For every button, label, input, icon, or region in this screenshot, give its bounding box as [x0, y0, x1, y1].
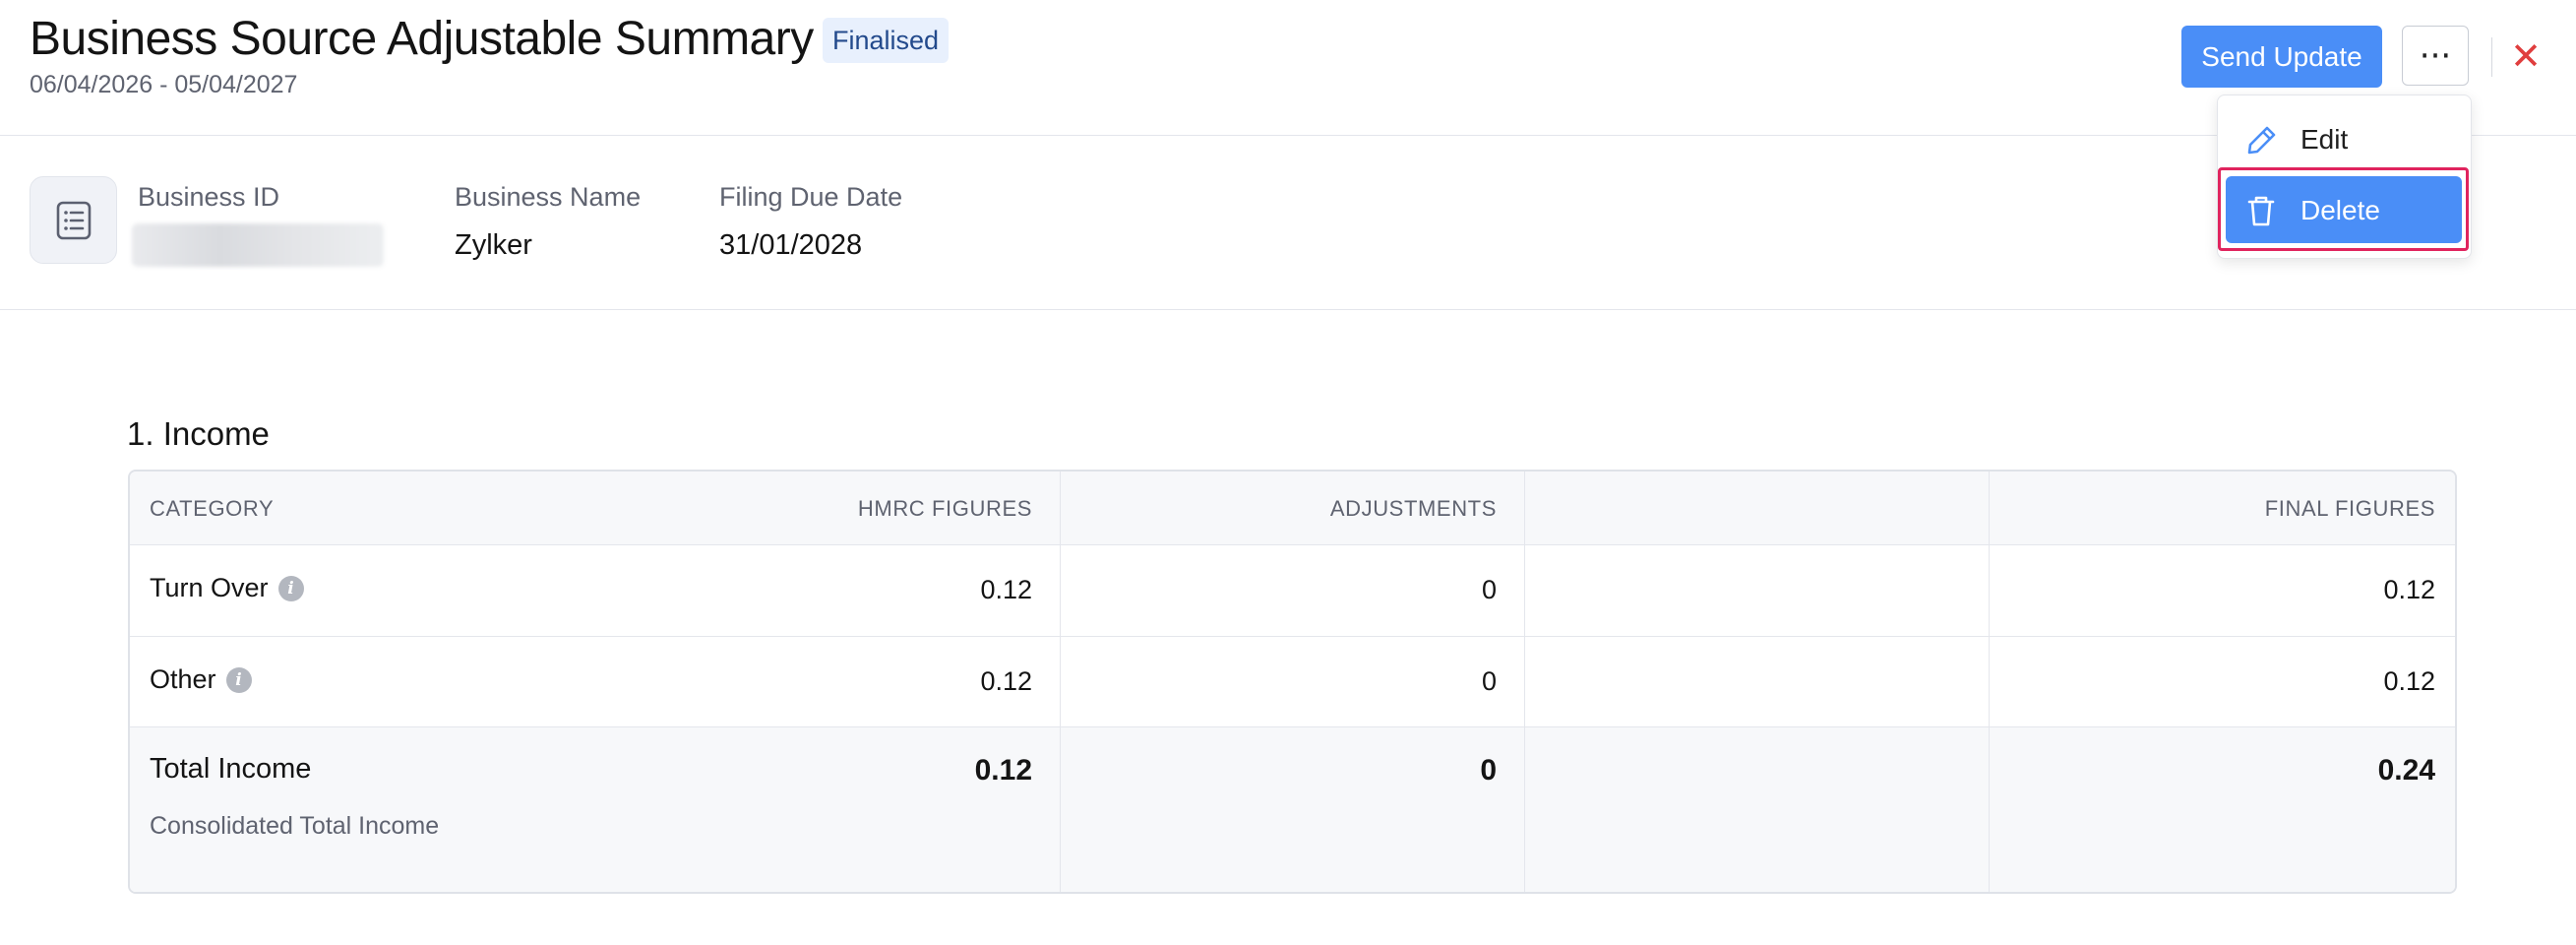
column-header-hmrc-figures: HMRC FIGURES: [857, 496, 1032, 521]
close-icon: ✕: [2510, 34, 2542, 78]
send-update-button[interactable]: Send Update: [2181, 26, 2382, 88]
ellipsis-icon: ···: [2419, 35, 2452, 76]
adjustment-value: 0: [1481, 575, 1497, 604]
column-header-final-figures: FINAL FIGURES: [2264, 496, 2435, 521]
total-income-label: Total Income: [150, 753, 312, 785]
column-header-category: CATEGORY: [150, 496, 275, 521]
close-button[interactable]: ✕: [2509, 35, 2543, 77]
income-table: CATEGORY HMRC FIGURES ADJUSTMENTS FINAL …: [128, 470, 2457, 894]
adjustment-value: 0: [1481, 666, 1497, 696]
menu-item-delete-label: Delete: [2300, 195, 2380, 225]
row-category-turn-over: Turn Over i: [150, 573, 304, 603]
business-name-label: Business Name: [455, 182, 642, 212]
hmrc-figure: 0.12: [980, 666, 1032, 696]
final-figure: 0.12: [2383, 575, 2435, 604]
table-row: Other i 0.12 0 0.12: [130, 637, 2455, 727]
business-name-value: Zylker: [455, 229, 532, 261]
table-row: Turn Over i 0.12 0 0.12: [130, 545, 2455, 637]
column-divider: [1060, 472, 1061, 892]
page-header: Business Source Adjustable Summary Final…: [0, 0, 2576, 136]
page-title: Business Source Adjustable Summary: [30, 13, 814, 65]
total-final-figure: 0.24: [2377, 754, 2435, 787]
column-header-adjustments: ADJUSTMENTS: [1329, 496, 1497, 521]
column-divider: [1989, 472, 1990, 892]
row-category-label: Turn Over: [150, 573, 269, 602]
menu-item-edit-label: Edit: [2300, 124, 2349, 155]
header-divider: [2491, 37, 2492, 77]
more-options-menu: Edit Delete: [2217, 94, 2472, 259]
date-range: 06/04/2026 - 05/04/2027: [30, 71, 298, 98]
menu-item-edit[interactable]: Edit: [2226, 105, 2462, 172]
table-total-row: Total Income Consolidated Total Income 0…: [130, 727, 2455, 892]
menu-item-delete[interactable]: Delete: [2226, 176, 2462, 243]
table-header-row: CATEGORY HMRC FIGURES ADJUSTMENTS FINAL …: [130, 472, 2455, 545]
section-title-income: 1. Income: [127, 415, 270, 452]
row-category-other: Other i: [150, 664, 252, 695]
row-category-label: Other: [150, 664, 216, 694]
total-adjustment-value: 0: [1480, 754, 1497, 787]
status-badge: Finalised: [823, 18, 950, 63]
column-divider: [1524, 472, 1525, 892]
final-figure: 0.12: [2383, 666, 2435, 696]
business-id-label: Business ID: [138, 182, 280, 212]
business-id-value-redacted: [132, 223, 384, 267]
business-info-strip: Business ID Business Name Zylker Filing …: [0, 135, 2576, 310]
more-options-button[interactable]: ···: [2402, 26, 2469, 86]
pencil-icon: [2245, 123, 2279, 161]
document-list-icon: [30, 176, 117, 264]
total-hmrc-figure: 0.12: [974, 754, 1032, 787]
trash-icon: [2245, 194, 2277, 232]
info-icon[interactable]: i: [225, 667, 252, 693]
total-income-sublabel: Consolidated Total Income: [150, 812, 440, 840]
info-icon[interactable]: i: [277, 576, 304, 601]
filing-due-date-value: 31/01/2028: [719, 229, 863, 261]
filing-due-date-label: Filing Due Date: [719, 182, 903, 212]
hmrc-figure: 0.12: [980, 575, 1032, 604]
